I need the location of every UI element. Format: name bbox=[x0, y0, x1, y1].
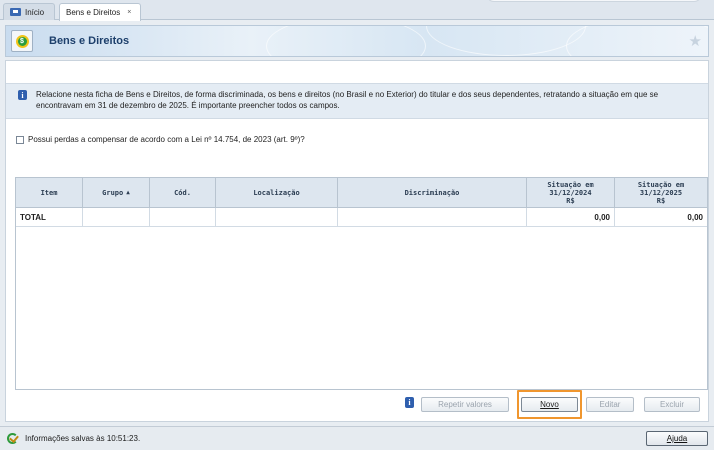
tab-bens-label: Bens e Direitos bbox=[66, 8, 121, 17]
tab-bens-e-direitos[interactable]: Bens e Direitos × bbox=[59, 3, 141, 21]
help-info-icon[interactable]: i bbox=[405, 397, 414, 408]
home-icon bbox=[10, 8, 21, 16]
column-header-localizacao[interactable]: Localização bbox=[216, 178, 338, 207]
column-header-cod[interactable]: Cód. bbox=[150, 178, 216, 207]
help-button[interactable]: Ajuda bbox=[646, 431, 708, 446]
edit-button[interactable]: Editar bbox=[586, 397, 634, 412]
table-header: Item Grupo ▲ Cód. Localização Discriminaç… bbox=[16, 178, 707, 208]
tab-inicio-label: Início bbox=[25, 7, 45, 17]
decorative-swoosh bbox=[426, 26, 586, 56]
column-header-situacao-2024[interactable]: Situação em 31/12/2024 R$ bbox=[527, 178, 615, 207]
column-header-grupo[interactable]: Grupo ▲ bbox=[83, 178, 150, 207]
info-box: i Relacione nesta ficha de Bens e Direit… bbox=[6, 83, 708, 119]
favorite-star-icon[interactable]: ★ bbox=[689, 32, 702, 50]
main-panel: i Relacione nesta ficha de Bens e Direit… bbox=[5, 60, 709, 422]
status-bar: Informações salvas às 10:51:23. Ajuda bbox=[0, 426, 714, 450]
status-text: Informações salvas às 10:51:23. bbox=[25, 434, 141, 443]
delete-button[interactable]: Excluir bbox=[644, 397, 700, 412]
decorative-swoosh bbox=[566, 26, 708, 56]
page-title: Bens e Direitos bbox=[49, 35, 130, 47]
tab-inicio[interactable]: Início bbox=[3, 3, 55, 20]
total-label: TOTAL bbox=[16, 208, 83, 226]
table-row-total: TOTAL 0,00 0,00 bbox=[16, 208, 707, 227]
tab-strip: Início Bens e Direitos × bbox=[0, 0, 714, 21]
new-button[interactable]: Novo bbox=[521, 397, 578, 412]
info-icon: i bbox=[18, 90, 27, 100]
info-text: Relacione nesta ficha de Bens e Direitos… bbox=[36, 90, 659, 110]
repeat-values-button[interactable]: Repetir valores bbox=[421, 397, 509, 412]
perdas-checkbox-label: Possui perdas a compensar de acordo com … bbox=[28, 135, 305, 144]
total-2024: 0,00 bbox=[527, 208, 615, 226]
column-header-item[interactable]: Item bbox=[16, 178, 83, 207]
top-search-area bbox=[486, 0, 702, 2]
money-coin-icon: $ bbox=[11, 30, 33, 52]
perdas-checkbox-row[interactable]: Possui perdas a compensar de acordo com … bbox=[16, 135, 305, 144]
saved-check-icon bbox=[7, 432, 20, 444]
column-header-situacao-2025[interactable]: Situação em 31/12/2025 R$ bbox=[615, 178, 707, 207]
column-header-discriminacao[interactable]: Discriminação bbox=[338, 178, 527, 207]
close-icon[interactable]: × bbox=[127, 9, 131, 16]
sort-asc-icon: ▲ bbox=[126, 188, 130, 196]
total-2025: 0,00 bbox=[687, 212, 703, 222]
decorative-swoosh bbox=[266, 26, 426, 56]
page-header: $ Bens e Direitos ★ bbox=[5, 25, 709, 57]
bens-table: Item Grupo ▲ Cód. Localização Discriminaç… bbox=[15, 177, 708, 390]
perdas-checkbox[interactable] bbox=[16, 135, 24, 144]
